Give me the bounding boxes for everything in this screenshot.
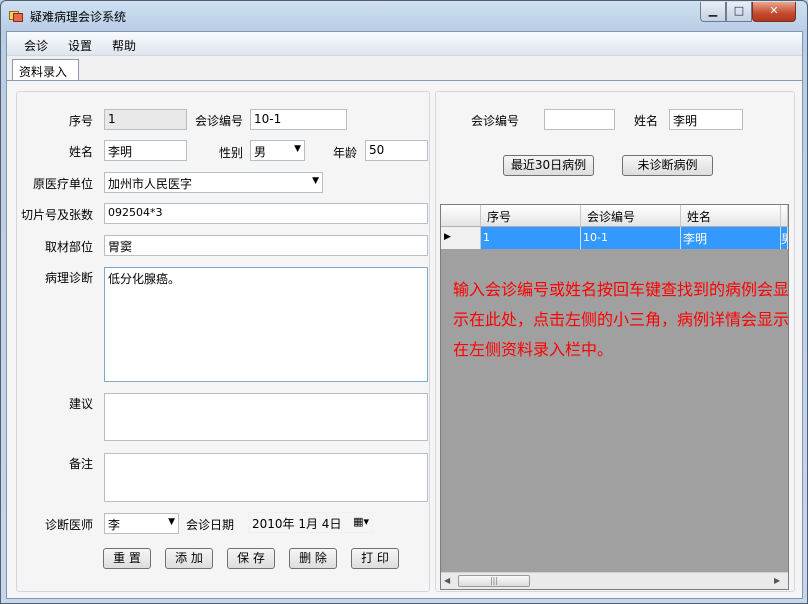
age-label: 年龄 — [333, 146, 358, 160]
entry-form-group: 序号 1 会诊编号 10-1 姓名 李明 性别 男 ▼ 年龄 50 原医疗单位 … — [16, 91, 430, 592]
chevron-down-icon: ▼ — [312, 176, 319, 186]
advice-textarea[interactable] — [104, 393, 428, 441]
table-cell-seq[interactable]: 1 — [481, 227, 581, 249]
reset-button[interactable]: 重 置 — [103, 548, 151, 569]
column-header-name[interactable]: 姓名 — [681, 205, 781, 227]
row-selector-icon[interactable]: ▶ — [441, 227, 481, 249]
date-picker[interactable]: 2010年 1月 4日 ▦▾ — [248, 512, 373, 533]
client-area: 会诊 设置 帮助 资料录入 序号 1 会诊编号 10-1 姓名 李明 性别 男 … — [6, 31, 803, 599]
doctor-value: 李 — [108, 518, 121, 532]
remark-label: 备注 — [69, 457, 94, 471]
search-consult-no-label: 会诊编号 — [471, 114, 520, 128]
diagnosis-textarea[interactable]: 低分化腺癌。 — [104, 267, 428, 382]
scroll-left-icon[interactable]: ◀ — [444, 576, 450, 585]
add-button[interactable]: 添 加 — [165, 548, 213, 569]
horizontal-scrollbar[interactable]: ◀ ||| ▶ — [441, 572, 788, 589]
menu-help[interactable]: 帮助 — [112, 37, 136, 54]
recent-30-days-button[interactable]: 最近30日病例 — [503, 155, 594, 176]
name-label: 姓名 — [69, 145, 94, 159]
tab-panel: 序号 1 会诊编号 10-1 姓名 李明 性别 男 ▼ 年龄 50 原医疗单位 … — [7, 80, 802, 598]
menu-settings[interactable]: 设置 — [68, 37, 92, 54]
name-field[interactable]: 李明 — [104, 140, 187, 161]
app-window: 疑难病理会诊系统 ▁ □ ✕ 会诊 设置 帮助 资料录入 序号 1 会诊编号 1… — [0, 0, 808, 604]
table-cell-name[interactable]: 李明 — [681, 227, 781, 249]
hospital-select[interactable]: 加州市人民医字 ▼ — [104, 172, 323, 193]
remark-textarea[interactable] — [104, 453, 428, 502]
calendar-icon[interactable]: ▦▾ — [353, 515, 369, 528]
hospital-value: 加州市人民医字 — [108, 177, 193, 191]
gender-value: 男 — [254, 145, 267, 159]
slide-label: 切片号及张数 — [21, 208, 94, 222]
app-icon — [9, 9, 23, 22]
row-header-corner — [441, 205, 481, 227]
scroll-right-icon[interactable]: ▶ — [774, 576, 780, 585]
site-field[interactable]: 胃窦 — [104, 235, 428, 256]
search-consult-no-field[interactable] — [544, 109, 615, 130]
doctor-select[interactable]: 李 ▼ — [104, 513, 179, 534]
menu-bar: 会诊 设置 帮助 — [7, 32, 802, 56]
diagnosis-label: 病理诊断 — [45, 271, 94, 285]
title-bar[interactable]: 疑难病理会诊系统 ▁ □ ✕ — [1, 1, 807, 31]
results-grid[interactable]: 序号 会诊编号 姓名 ▶ 1 10-1 李明 男 输入会诊编号或姓名按回车键查找… — [440, 204, 789, 590]
seq-label: 序号 — [69, 114, 94, 128]
table-cell-consult-no[interactable]: 10-1 — [581, 227, 681, 249]
advice-label: 建议 — [69, 397, 94, 411]
column-header-seq[interactable]: 序号 — [481, 205, 581, 227]
grid-hint-note: 输入会诊编号或姓名按回车键查找到的病例会显示在此处，点击左侧的小三角，病例详情会… — [453, 280, 790, 359]
column-header-extra — [781, 205, 788, 227]
date-label: 会诊日期 — [186, 518, 235, 532]
chevron-down-icon: ▼ — [168, 517, 175, 527]
delete-button[interactable]: 删 除 — [289, 548, 337, 569]
seq-field[interactable]: 1 — [104, 109, 187, 130]
gender-label: 性别 — [219, 146, 244, 160]
menu-consult[interactable]: 会诊 — [24, 37, 48, 54]
slide-field[interactable]: 092504*3 — [104, 203, 428, 224]
chevron-down-icon: ▼ — [294, 144, 301, 154]
scroll-thumb[interactable]: ||| — [458, 575, 530, 587]
window-title: 疑难病理会诊系统 — [30, 10, 127, 24]
gender-select[interactable]: 男 ▼ — [250, 140, 305, 161]
search-name-label: 姓名 — [634, 114, 659, 128]
consult-no-label: 会诊编号 — [195, 114, 244, 128]
date-value: 2010年 1月 4日 — [252, 517, 342, 531]
hospital-label: 原医疗单位 — [33, 177, 94, 191]
doctor-label: 诊断医师 — [45, 518, 94, 532]
maximize-button[interactable]: □ — [726, 2, 752, 22]
close-button[interactable]: ✕ — [752, 2, 796, 22]
table-cell-extra[interactable]: 男 — [781, 227, 788, 249]
undiagnosed-button[interactable]: 未诊断病例 — [622, 155, 713, 176]
tab-data-entry[interactable]: 资料录入 — [12, 59, 79, 81]
minimize-button[interactable]: ▁ — [700, 2, 726, 22]
consult-no-field[interactable]: 10-1 — [250, 109, 347, 130]
site-label: 取材部位 — [45, 240, 94, 254]
age-field[interactable]: 50 — [365, 140, 428, 161]
column-header-consult-no[interactable]: 会诊编号 — [581, 205, 681, 227]
search-name-field[interactable]: 李明 — [669, 109, 743, 130]
save-button[interactable]: 保 存 — [227, 548, 275, 569]
print-button[interactable]: 打 印 — [351, 548, 399, 569]
